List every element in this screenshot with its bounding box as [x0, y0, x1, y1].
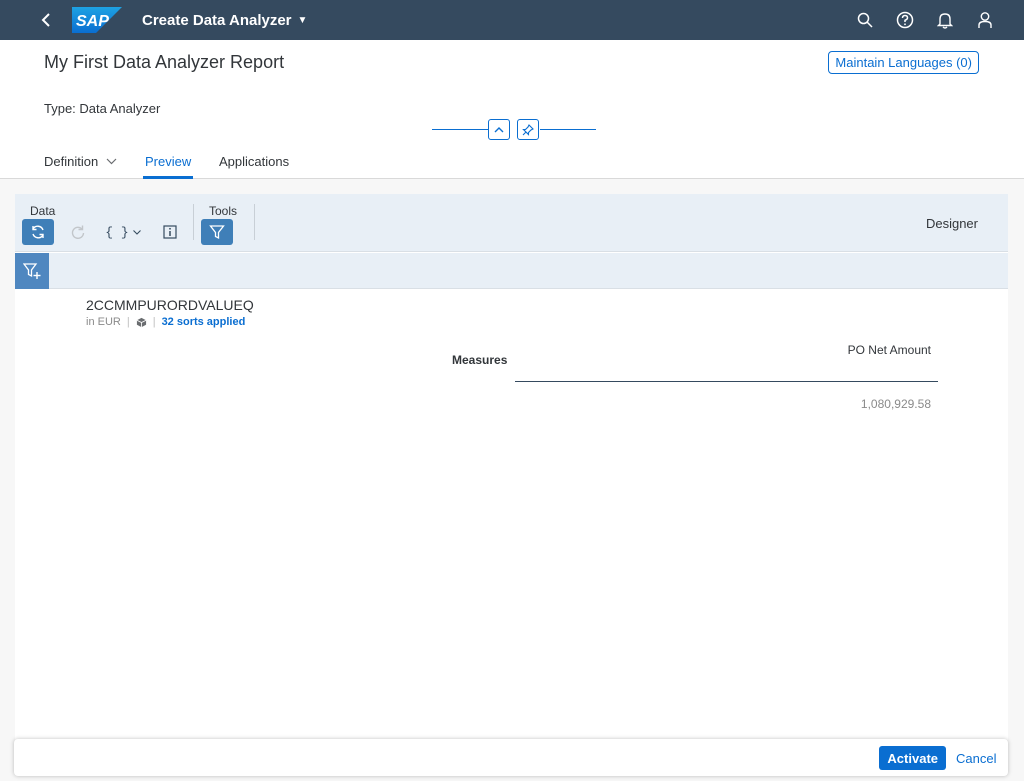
notifications-bell-icon[interactable] — [936, 11, 954, 29]
pin-icon — [522, 123, 534, 136]
tab-label: Applications — [219, 154, 290, 169]
app-title: Create Data Analyzer — [142, 11, 292, 29]
footer-toolbar: Activate Cancel — [14, 739, 1008, 776]
maintain-languages-button[interactable]: Maintain Languages (0) — [828, 51, 979, 74]
page-title: My First Data Analyzer Report — [44, 52, 285, 72]
cancel-button[interactable]: Cancel — [956, 746, 1004, 770]
variables-menu-button[interactable]: { } — [104, 219, 142, 245]
redo-button[interactable] — [62, 219, 94, 245]
add-filter-button[interactable] — [15, 253, 49, 289]
collapse-header-button[interactable] — [488, 119, 510, 140]
chevron-down-icon — [106, 158, 117, 165]
designer-link[interactable]: Designer — [926, 216, 978, 231]
filter-tool-button[interactable] — [201, 219, 233, 245]
back-icon[interactable] — [38, 13, 54, 27]
help-icon[interactable] — [896, 11, 914, 29]
column-header[interactable]: PO Net Amount — [848, 343, 931, 357]
datasource-name: 2CCMMPURORDVALUEQ — [86, 297, 254, 313]
tools-group-label: Tools — [209, 204, 238, 218]
chevron-down-icon — [132, 229, 141, 235]
tab-label: Preview — [145, 154, 192, 169]
activate-button[interactable]: Activate — [879, 746, 946, 770]
row-header-measures: Measures — [452, 353, 508, 367]
shell-bar: SAP Create Data Analyzer ▼ — [0, 0, 1024, 40]
cube-icon — [136, 317, 146, 327]
add-filter-icon — [23, 263, 41, 279]
refresh-button[interactable] — [22, 219, 54, 245]
datasource-info: in EUR | | 32 sorts applied — [86, 316, 245, 328]
svg-text:SAP: SAP — [76, 13, 109, 30]
tab-bar: Definition Preview Applications — [0, 145, 1024, 179]
toolbar-separator — [254, 204, 255, 240]
divider: | — [152, 316, 156, 328]
pin-header-button[interactable] — [517, 119, 539, 140]
header-collapse-bar — [432, 119, 596, 141]
filter-bar — [15, 253, 1008, 289]
info-button[interactable] — [154, 219, 186, 245]
user-profile-icon[interactable] — [976, 11, 994, 29]
tab-definition[interactable]: Definition — [44, 145, 117, 178]
sap-logo[interactable]: SAP — [72, 7, 122, 33]
chevron-up-icon — [494, 127, 504, 133]
filter-icon — [209, 225, 225, 240]
app-title-menu[interactable]: Create Data Analyzer ▼ — [142, 12, 307, 29]
tab-applications[interactable]: Applications — [219, 145, 289, 178]
header-divider — [515, 381, 938, 382]
data-group-label: Data — [30, 204, 56, 218]
refresh-icon — [32, 225, 44, 239]
search-icon[interactable] — [856, 11, 874, 29]
info-icon — [163, 225, 177, 239]
toolbar-separator — [193, 204, 194, 240]
tab-label: Definition — [44, 154, 99, 169]
currency-label: in EUR — [86, 316, 121, 328]
sorts-applied-link[interactable]: 32 sorts applied — [162, 316, 246, 328]
tab-preview[interactable]: Preview — [142, 145, 194, 179]
caret-down-icon: ▼ — [297, 14, 308, 26]
table-cell-value[interactable]: 1,080,929.58 — [861, 397, 931, 411]
redo-icon — [71, 225, 85, 239]
variables-icon: { } — [105, 224, 129, 240]
divider: | — [126, 316, 130, 328]
type-label: Type: Data Analyzer — [44, 101, 161, 116]
